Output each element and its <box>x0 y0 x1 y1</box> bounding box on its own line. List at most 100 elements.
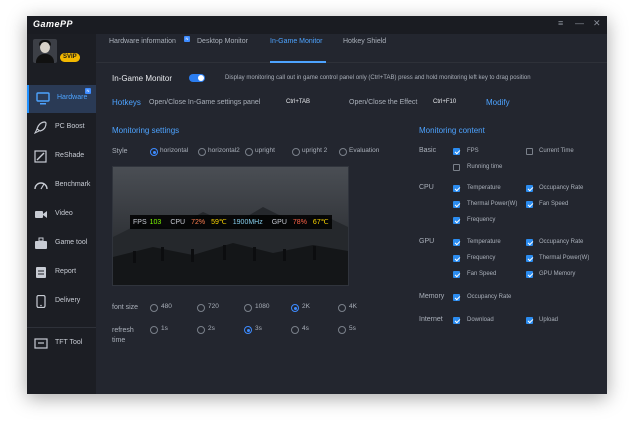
avatar[interactable] <box>33 39 57 63</box>
refresh-radio-4s[interactable] <box>291 326 299 334</box>
refresh-radio-1s[interactable] <box>150 326 158 334</box>
font-size-option-label: 480 <box>161 303 172 310</box>
style-option-label: Evaluation <box>349 147 380 154</box>
close-icon[interactable]: ✕ <box>593 18 601 29</box>
sidebar-item-label: Report <box>55 268 77 275</box>
sidebar-item-tft-tool[interactable]: TFT Tool <box>27 330 96 358</box>
checkbox-gpu-frequency[interactable] <box>453 255 460 262</box>
font-size-radio-720[interactable] <box>197 304 205 312</box>
hotkeys-label: Hotkeys <box>112 98 141 107</box>
tab-desktop-monitor[interactable]: Desktop Monitor <box>197 38 248 45</box>
checkbox-label: Fan Speed <box>467 271 497 277</box>
font-size-radio-1080[interactable] <box>244 304 252 312</box>
active-tab-indicator <box>270 61 326 63</box>
checkbox-internet-download[interactable] <box>453 317 460 324</box>
checkbox-internet-upload[interactable] <box>526 317 533 324</box>
in-game-monitor-toggle[interactable] <box>189 74 205 82</box>
sidebar-item-pc-boost[interactable]: PC Boost <box>27 114 96 142</box>
checkbox-memory-occupancy-rate[interactable] <box>453 294 460 301</box>
font-size-label: font size <box>112 304 139 311</box>
overlay-fps-value: 103 <box>149 218 162 226</box>
sidebar-item-report[interactable]: Report <box>27 259 96 287</box>
sidebar-item-video[interactable]: Video <box>27 201 96 229</box>
style-radio-horizontal[interactable] <box>150 148 158 156</box>
tab-in-game-monitor[interactable]: In-Game Monitor <box>270 38 323 45</box>
effect-label: Open/Close the Effect <box>349 99 418 106</box>
checkbox-cpu-frequency[interactable] <box>453 217 460 224</box>
checkbox-label: Thermal Power(W) <box>539 255 590 261</box>
sidebar-item-label: Hardware <box>57 94 88 101</box>
style-radio-upright-2[interactable] <box>292 148 300 156</box>
video-icon <box>35 211 47 218</box>
new-badge: N <box>85 88 91 94</box>
refresh-option-label: 3s <box>255 325 262 332</box>
basic-group-label: Basic <box>419 147 437 154</box>
overlay-cpu-freq: 1900MHz <box>232 218 263 226</box>
checkbox-gpu-occupancy-rate[interactable] <box>526 239 533 246</box>
style-radio-upright[interactable] <box>245 148 253 156</box>
checkbox-label: Frequency <box>467 217 496 223</box>
checkbox-cpu-occupancy-rate[interactable] <box>526 185 533 192</box>
checkbox-label: Current Time <box>539 148 574 154</box>
title-bar: GamePP ≡ — ✕ <box>27 16 607 34</box>
memory-group-label: Memory <box>419 293 445 300</box>
sidebar-item-label: Game tool <box>55 239 88 246</box>
effect-key[interactable]: Ctrl+F10 <box>433 99 456 105</box>
refresh-option-label: 4s <box>302 325 309 332</box>
sidebar-item-game-tool[interactable]: Game tool <box>27 230 96 258</box>
monitoring-content-heading: Monitoring content <box>419 126 485 135</box>
style-radio-horizontal2[interactable] <box>198 148 206 156</box>
minimize-icon[interactable]: — <box>575 18 584 28</box>
overlay-gpu-temp: 67℃ <box>312 219 329 226</box>
style-option-label: horizontal2 <box>208 147 240 154</box>
font-size-radio-4k[interactable] <box>338 304 346 312</box>
refresh-radio-5s[interactable] <box>338 326 346 334</box>
checkbox-cpu-fan-speed[interactable] <box>526 201 533 208</box>
overlay-gpu-usage: 78% <box>292 218 307 226</box>
tab-hardware-information[interactable]: Hardware information <box>109 38 176 45</box>
font-size-radio-480[interactable] <box>150 304 158 312</box>
checkbox-label: Running time <box>467 164 503 170</box>
font-size-option-label: 2K <box>302 303 310 310</box>
font-size-radio-2k[interactable] <box>291 304 299 312</box>
sidebar-item-benchmark[interactable]: Benchmark <box>27 172 96 200</box>
internet-group-label: Internet <box>419 316 443 323</box>
toolbox-icon <box>35 237 47 249</box>
refresh-radio-3s[interactable] <box>244 326 252 334</box>
sidebar-item-hardware[interactable]: Hardware N <box>27 85 96 113</box>
style-label: Style <box>112 148 128 155</box>
checkbox-gpu-thermal-power[interactable] <box>526 255 533 262</box>
in-game-overlay: FPS 103 CPU 72% 59℃ 1900MHz GPU 78% 67℃ <box>130 215 332 229</box>
overlay-cpu-temp: 59℃ <box>211 219 227 226</box>
report-icon <box>36 267 46 278</box>
checkbox-basic-running-time[interactable] <box>453 164 460 171</box>
style-radio-evaluation[interactable] <box>339 148 347 156</box>
menu-icon[interactable]: ≡ <box>558 18 563 28</box>
refresh-time-label: refresh time <box>112 327 134 344</box>
modify-button[interactable]: Modify <box>486 98 510 107</box>
checkbox-basic-fps[interactable] <box>453 148 460 155</box>
checkbox-label: Occupancy Rate <box>539 185 584 191</box>
checkbox-label: Frequency <box>467 255 496 261</box>
overlay-preview: FPS 103 CPU 72% 59℃ 1900MHz GPU 78% 67℃ <box>112 166 349 286</box>
checkbox-gpu-fan-speed[interactable] <box>453 271 460 278</box>
refresh-radio-2s[interactable] <box>197 326 205 334</box>
font-size-option-label: 4K <box>349 303 357 310</box>
gpu-group-label: GPU <box>419 238 435 245</box>
sidebar-item-delivery[interactable]: Delivery <box>27 288 96 316</box>
checkbox-gpu-memory[interactable] <box>526 271 533 278</box>
checkbox-cpu-temperature[interactable] <box>453 185 460 192</box>
sidebar-item-reshade[interactable]: ReShade <box>27 143 96 171</box>
gauge-icon <box>34 182 48 190</box>
main-panel: Hardware information N Desktop Monitor I… <box>96 34 607 394</box>
open-settings-key[interactable]: Ctrl+TAB <box>286 99 310 105</box>
phone-icon <box>36 295 46 308</box>
checkbox-gpu-temperature[interactable] <box>453 239 460 246</box>
vip-badge[interactable]: SVIP <box>60 53 80 62</box>
style-option-label: horizontal <box>160 147 189 154</box>
sidebar-item-label: TFT Tool <box>55 339 83 346</box>
tab-hotkey-shield[interactable]: Hotkey Shield <box>343 38 386 45</box>
checkbox-cpu-thermal-power[interactable] <box>453 201 460 208</box>
style-option-label: upright 2 <box>302 147 328 154</box>
checkbox-basic-current-time[interactable] <box>526 148 533 155</box>
